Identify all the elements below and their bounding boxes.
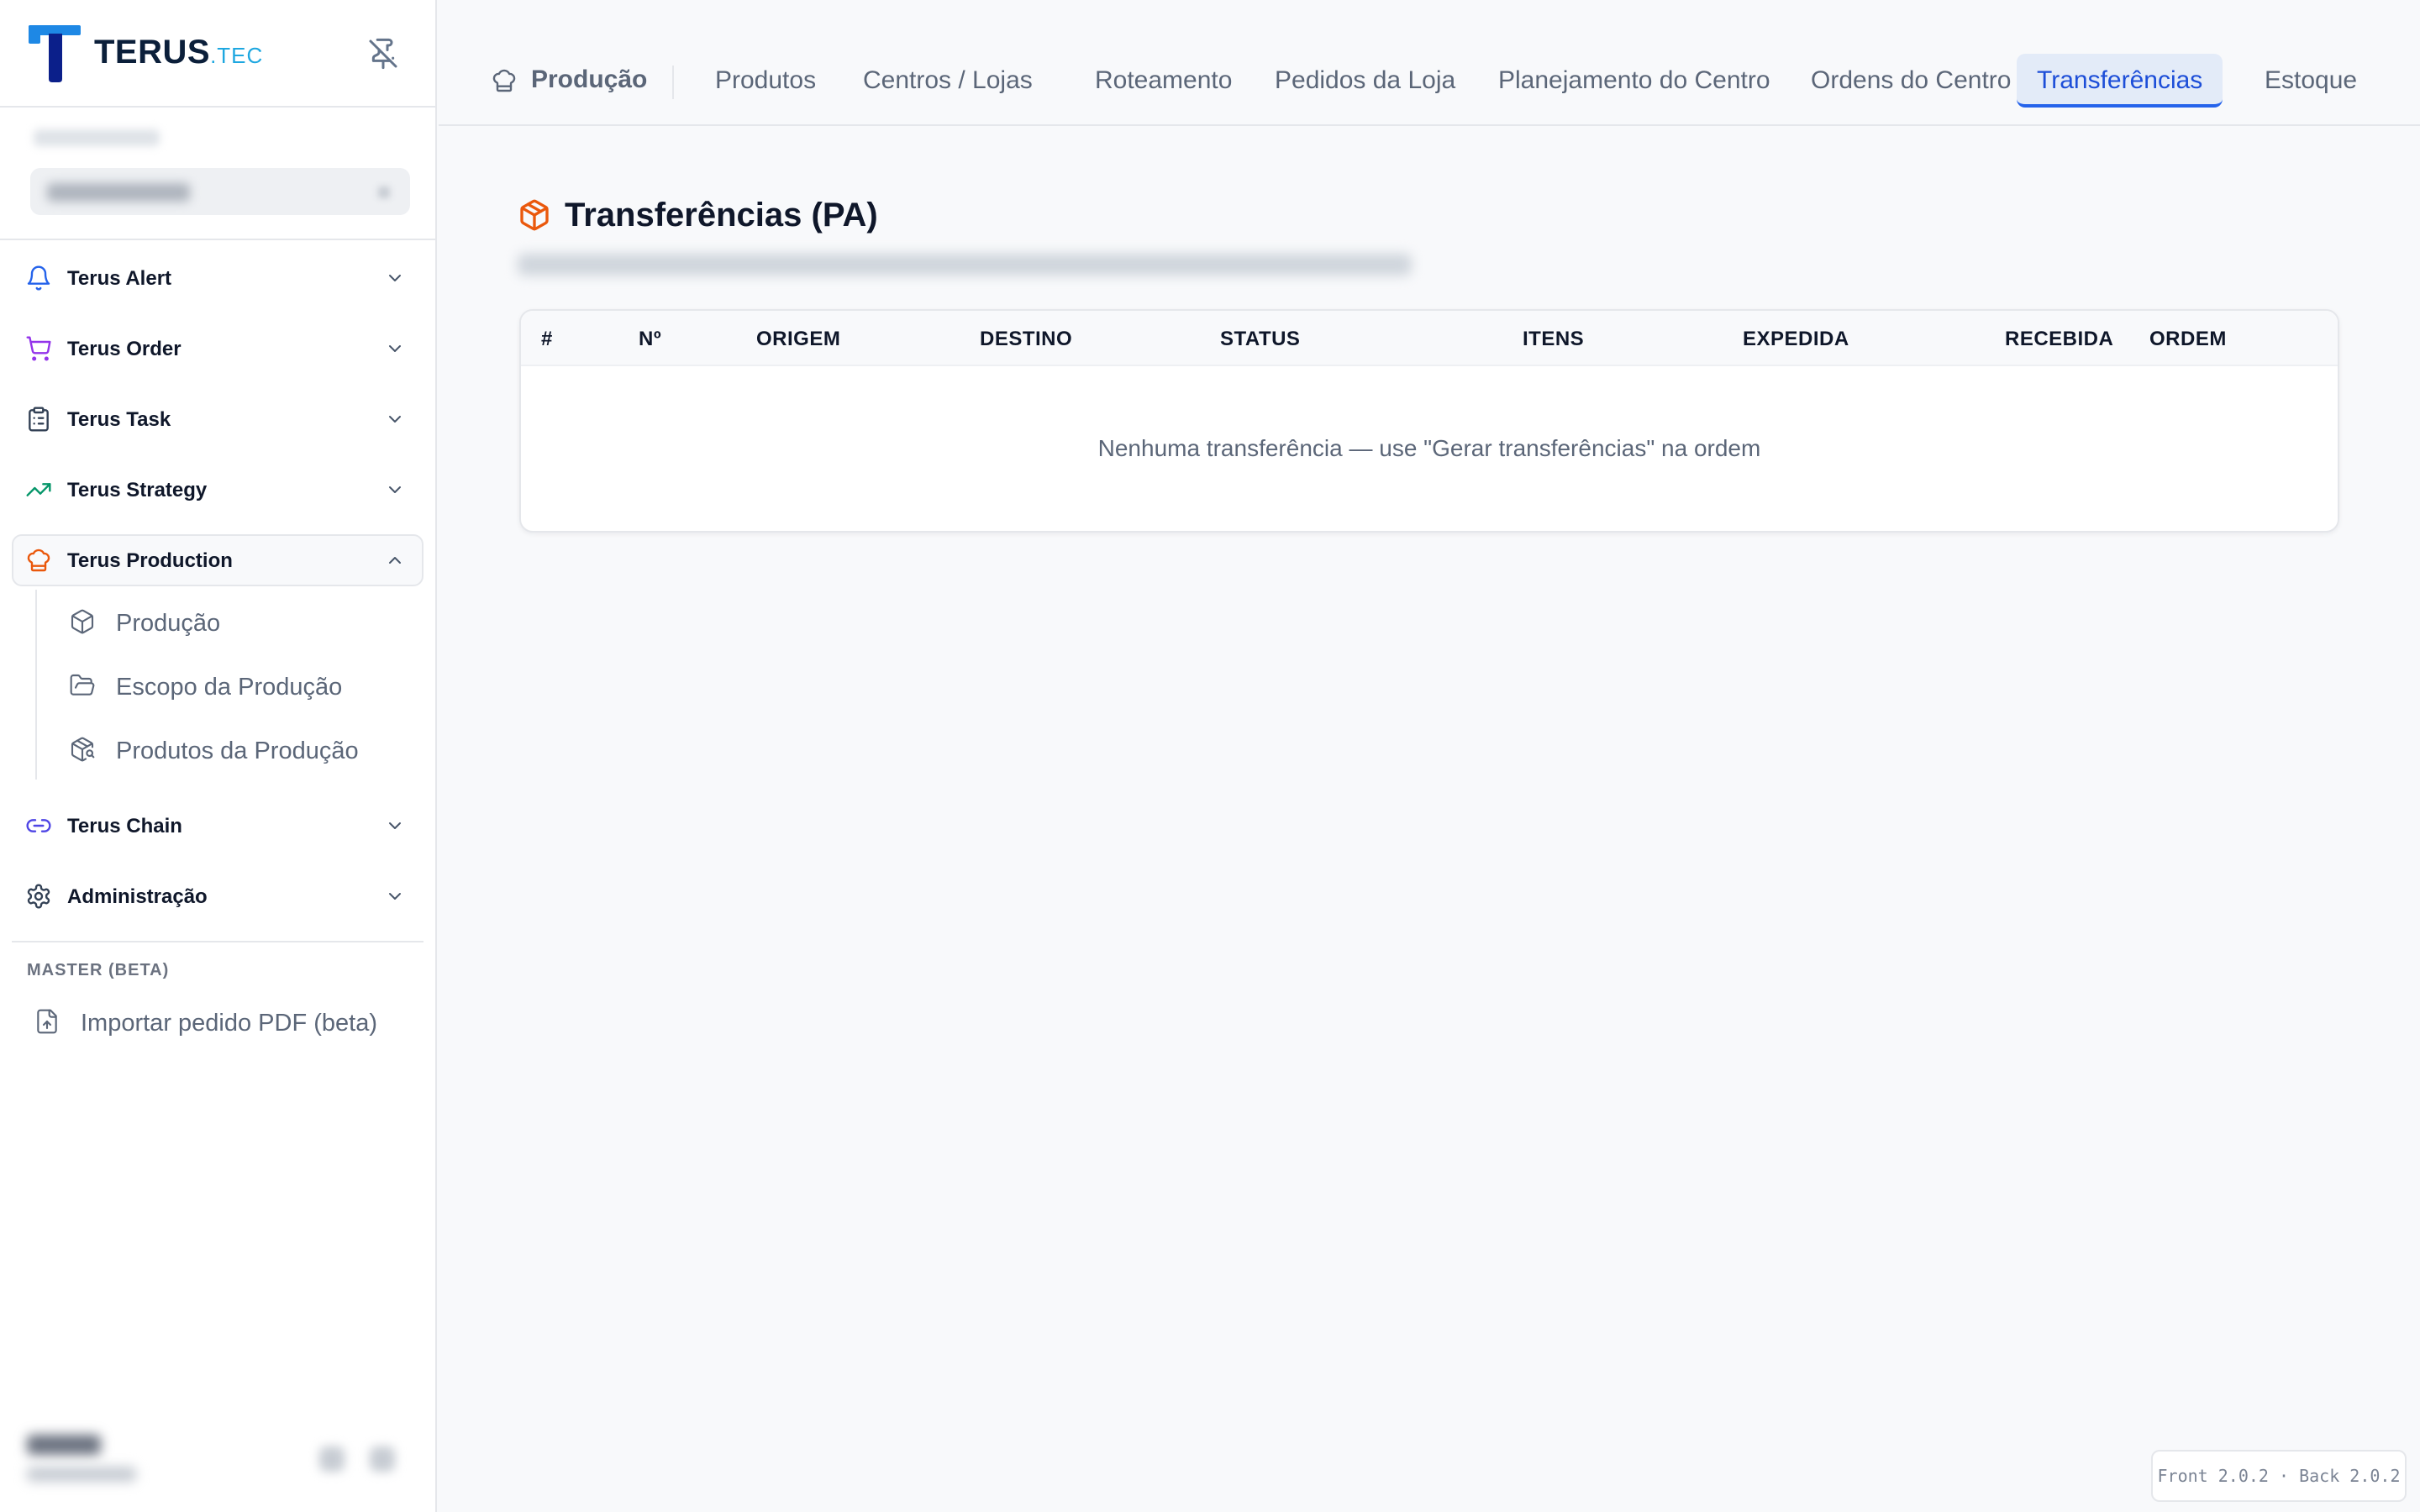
link-icon — [26, 819, 51, 832]
user-action-redacted[interactable] — [319, 1446, 345, 1472]
sidebar-item-import-pdf[interactable]: Importar pedido PDF (beta) — [30, 998, 417, 1045]
sidebar-subitem-producao[interactable]: Produção — [66, 596, 418, 647]
sidebar-subitem-produtos[interactable]: Produtos da Produção — [66, 724, 418, 774]
column-header-status[interactable]: STATUS — [1220, 328, 1300, 351]
clipboard-icon — [29, 407, 49, 432]
chevron-down-icon — [389, 275, 401, 281]
column-header-destino[interactable]: DESTINO — [980, 328, 1072, 351]
chevron-up-icon — [389, 557, 401, 564]
cart-icon — [26, 336, 51, 361]
sidebar-item-label: Terus Strategy — [67, 479, 208, 501]
box-icon — [520, 199, 549, 231]
tab-centros-lojas[interactable]: Centros / Lojas — [843, 54, 1053, 108]
sidebar-subitem-escopo[interactable]: Escopo da Produção — [66, 660, 418, 711]
chevron-down-icon — [389, 416, 401, 423]
chef-hat-icon — [27, 549, 50, 572]
tab-transferencias[interactable]: Transferências — [2017, 54, 2223, 108]
chevron-down-icon — [378, 186, 390, 198]
unpin-icon[interactable] — [366, 37, 400, 71]
terus-logo-icon — [29, 25, 81, 82]
brand-name: TERUS.TEC — [94, 34, 264, 71]
sidebar-item-terus-chain[interactable]: Terus Chain — [12, 800, 424, 852]
top-nav: Produção Produtos Centros / Lojas Roteam… — [439, 0, 2420, 126]
sidebar-item-terus-task[interactable]: Terus Task — [12, 393, 424, 445]
sidebar-divider — [12, 941, 424, 942]
sidebar-item-terus-alert[interactable]: Terus Alert — [12, 252, 424, 304]
tab-planejamento-do-centro[interactable]: Planejamento do Centro — [1478, 54, 1791, 108]
store-select[interactable] — [30, 168, 410, 215]
column-header-ordem[interactable]: ORDEM — [2149, 328, 2227, 351]
sidebar-item-label: Terus Chain — [67, 815, 182, 837]
context-selector — [0, 109, 435, 240]
column-header-origem[interactable]: ORIGEM — [756, 328, 840, 351]
version-badge: Front 2.0.2 · Back 2.0.2 — [2151, 1450, 2407, 1502]
page-title: Transferências (PA) — [565, 197, 878, 234]
brand-header: TERUS.TEC — [0, 0, 435, 108]
package-search-icon — [71, 737, 95, 762]
column-header-recebida[interactable]: RECEBIDA — [2005, 328, 2113, 351]
sidebar-item-label: Administração — [67, 885, 208, 908]
column-header-number[interactable]: Nº — [639, 328, 661, 351]
chef-hat-icon — [492, 69, 516, 92]
column-header-itens[interactable]: ITENS — [1523, 328, 1584, 351]
tab-estoque[interactable]: Estoque — [2244, 54, 2377, 108]
sidebar-item-terus-order[interactable]: Terus Order — [12, 323, 424, 375]
sidebar-subitem-label: Escopo da Produção — [116, 674, 343, 701]
page-subtitle-redacted — [518, 254, 1412, 276]
section-label-master: MASTER (BETA) — [27, 961, 170, 979]
sidebar-item-terus-strategy[interactable]: Terus Strategy — [12, 464, 424, 516]
sidebar-item-label: Terus Order — [67, 338, 182, 360]
sidebar-item-label: Importar pedido PDF (beta) — [81, 1010, 377, 1037]
file-upload-icon — [37, 1009, 57, 1034]
chevron-down-icon — [389, 345, 401, 352]
sidebar-subitem-label: Produção — [116, 610, 221, 637]
empty-state-message: Nenhuma transferência — use "Gerar trans… — [1097, 435, 1761, 461]
sidebar: TERUS.TEC Terus Alert Terus Order Terus … — [0, 0, 437, 1512]
trending-up-icon — [26, 483, 51, 496]
transfers-table: # Nº ORIGEM DESTINO STATUS ITENS EXPEDID… — [519, 309, 2339, 533]
sidebar-item-label: Terus Alert — [67, 267, 172, 290]
sidebar-item-administracao[interactable]: Administração — [12, 870, 424, 922]
sidebar-item-terus-production[interactable]: Terus Production — [12, 534, 424, 586]
box-icon — [71, 609, 94, 634]
tab-pedidos-da-loja[interactable]: Pedidos da Loja — [1255, 54, 1476, 108]
store-select-value-redacted — [47, 183, 190, 202]
chevron-down-icon — [389, 486, 401, 493]
tab-produtos[interactable]: Produtos — [695, 54, 836, 108]
bell-icon — [27, 265, 50, 291]
breadcrumb-label: Produção — [531, 66, 648, 93]
table-header: # Nº ORIGEM DESTINO STATUS ITENS EXPEDID… — [521, 311, 2338, 366]
folder-open-icon — [70, 674, 95, 696]
submenu-rail — [35, 590, 37, 780]
chevron-down-icon — [389, 893, 401, 900]
column-header-index[interactable]: # — [541, 328, 553, 351]
sidebar-item-label: Terus Production — [67, 549, 233, 572]
sidebar-item-label: Terus Task — [67, 408, 171, 431]
user-role-redacted — [27, 1467, 136, 1482]
gear-icon — [27, 884, 50, 909]
breadcrumb-divider — [672, 66, 674, 99]
tab-ordens-do-centro[interactable]: Ordens do Centro — [1791, 54, 2031, 108]
user-name-redacted — [27, 1435, 101, 1455]
logout-redacted[interactable] — [370, 1446, 395, 1472]
sidebar-subitem-label: Produtos da Produção — [116, 738, 359, 764]
tab-roteamento[interactable]: Roteamento — [1075, 54, 1252, 108]
column-header-expedida[interactable]: EXPEDIDA — [1743, 328, 1849, 351]
context-label-redacted — [34, 129, 160, 146]
chevron-down-icon — [389, 822, 401, 829]
